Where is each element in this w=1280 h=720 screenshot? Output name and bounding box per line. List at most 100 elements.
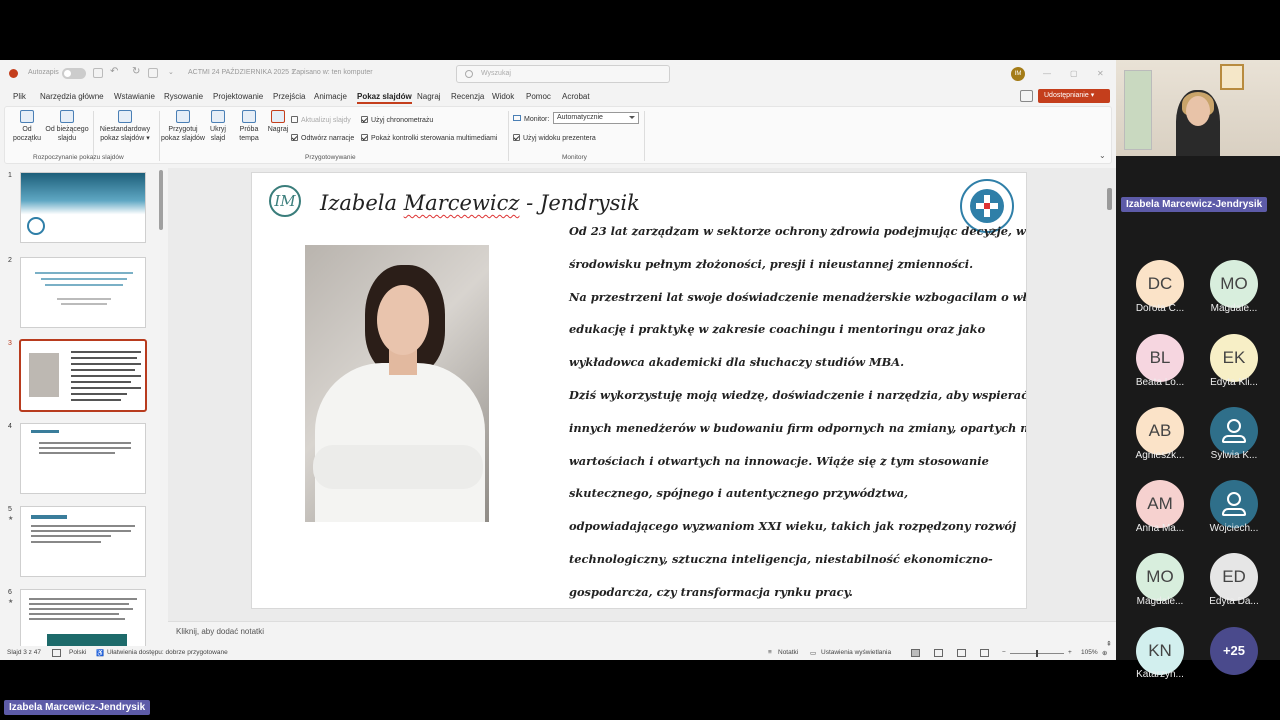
redo-icon[interactable]: ↻	[132, 66, 140, 77]
undo-icon[interactable]: ↶	[110, 66, 118, 77]
bio-line: technologiczny, sztuczna inteligencja, n…	[569, 551, 993, 566]
participant-avatar[interactable]: AB	[1136, 407, 1184, 455]
present-icon[interactable]	[148, 68, 158, 78]
more-participants-button[interactable]: +25	[1210, 627, 1258, 675]
rehearse-timings-button[interactable]: Próba tempa	[235, 110, 263, 143]
status-bar: Slajd 3 z 47 Polski ♿ Ułatwienia dostępu…	[0, 647, 1116, 660]
file-name: ACTMI 24 PAŹDZIERNIKA 2025 1	[188, 69, 295, 76]
zoom-out-icon[interactable]: −	[1002, 649, 1006, 656]
thumbnail-number: 6	[8, 589, 12, 596]
share-button[interactable]: Udostępnianie ▾	[1038, 89, 1110, 103]
search-box[interactable]: Wyszukaj	[456, 65, 670, 83]
custom-show-button[interactable]: Niestandardowy pokaz slajdów ▾	[97, 110, 153, 143]
autosave-toggle[interactable]	[62, 68, 86, 79]
tab-acrobat[interactable]: Acrobat	[562, 92, 590, 101]
update-slides-checkbox[interactable]: Aktualizuj slajdy	[291, 116, 351, 124]
participant-name: Katarzyn...	[1136, 669, 1184, 680]
zoom-in-icon[interactable]: +	[1068, 649, 1072, 656]
use-timings-checkbox[interactable]: Użyj chronometrażu	[361, 116, 433, 124]
tab-home[interactable]: Narzędzia główne	[40, 92, 104, 101]
participant-avatar[interactable]: EK	[1210, 334, 1258, 382]
slide-thumbnail-1[interactable]	[20, 172, 146, 243]
tab-transitions[interactable]: Przejścia	[273, 92, 305, 101]
slide-thumbnail-2[interactable]	[20, 257, 146, 328]
tab-help[interactable]: Pomoc	[526, 92, 551, 101]
minimize-icon[interactable]: —	[1043, 69, 1051, 78]
bio-line: gospodarcza, czy transformacja rynku pra…	[569, 584, 853, 599]
from-current-button[interactable]: Od bieżącego slajdu	[43, 110, 91, 143]
tab-animations[interactable]: Animacje	[314, 92, 347, 101]
thumbnail-scrollbar[interactable]	[159, 170, 163, 640]
participant-avatar[interactable]: ED	[1210, 553, 1258, 601]
slide-thumbnail-5[interactable]	[20, 506, 146, 577]
participant-avatar[interactable]: BL	[1136, 334, 1184, 382]
customize-qat-icon[interactable]: ⌄	[168, 68, 174, 76]
monitor-select[interactable]: Automatycznie	[553, 112, 639, 124]
hide-slide-button[interactable]: Ukryj slajd	[205, 110, 231, 143]
participant-name: Dorota C...	[1135, 303, 1185, 314]
spellcheck-icon[interactable]	[52, 649, 61, 657]
collapse-ribbon-icon[interactable]: ⌄	[1099, 151, 1106, 160]
save-status[interactable]: Zapisano w: ten komputer	[292, 69, 373, 76]
slide-thumbnail-3-selected[interactable]	[19, 339, 147, 412]
rehearse-icon	[242, 110, 256, 123]
slide-thumbnail-pane: 1 2 3 4 5 ★ 6 ★	[0, 168, 168, 646]
participant-name: Agnieszk...	[1135, 450, 1185, 461]
show-media-controls-checkbox[interactable]: Pokaż kontrolki sterowania multimediami	[361, 134, 497, 142]
participant-avatar[interactable]: MO	[1210, 260, 1258, 308]
tab-design[interactable]: Projektowanie	[213, 92, 263, 101]
accessibility-icon[interactable]: ♿	[96, 649, 104, 657]
zoom-slider[interactable]	[1010, 650, 1064, 657]
participant-avatar[interactable]: DC	[1136, 260, 1184, 308]
from-beginning-button[interactable]: Od początku	[9, 110, 45, 143]
fit-to-window-icon[interactable]: ⊕	[1102, 649, 1107, 657]
close-icon[interactable]: ✕	[1097, 69, 1104, 78]
comments-icon[interactable]	[1020, 90, 1033, 102]
save-icon[interactable]	[93, 68, 103, 78]
setup-show-button[interactable]: Przygotuj pokaz slajdów	[161, 110, 205, 143]
slide-title[interactable]: Izabela Marcewicz - Jendrysik	[320, 191, 640, 215]
portrait-photo[interactable]	[305, 245, 489, 522]
participant-avatar[interactable]: MO	[1136, 553, 1184, 601]
participant-avatar[interactable]: KN	[1136, 627, 1184, 675]
participant-name: Edyta Kli...	[1210, 377, 1258, 388]
display-settings-button[interactable]: Ustawienia wyświetlania	[821, 649, 891, 656]
tab-file[interactable]: Plik	[13, 92, 26, 101]
reading-view-icon[interactable]	[957, 649, 966, 657]
record-button[interactable]: Nagraj	[264, 110, 292, 134]
search-icon	[465, 70, 473, 78]
slide-thumbnail-6[interactable]	[20, 589, 146, 646]
tab-review[interactable]: Recenzja	[451, 92, 484, 101]
speaker-video[interactable]	[1116, 60, 1280, 156]
slide-canvas[interactable]: IM Izabela Marcewicz - Jendrysik Od 23 l…	[251, 172, 1027, 609]
screen: Autozapis ↶ ↻ ⌄ ACTMI 24 PAŹDZIERNIKA 20…	[0, 0, 1280, 720]
presenter-view-checkbox[interactable]: Użyj widoku prezentera	[513, 134, 596, 142]
slideshow-view-icon[interactable]	[980, 649, 989, 657]
slide-editor: IM Izabela Marcewicz - Jendrysik Od 23 l…	[168, 168, 1116, 648]
slide-counter: Slajd 3 z 47	[7, 649, 41, 656]
bio-line: Dziś wykorzystuję moją wiedzę, doświadcz…	[569, 387, 1027, 402]
zoom-level[interactable]: 105%	[1081, 649, 1098, 656]
accessibility-status[interactable]: Ułatwienia dostępu: dobrze przygotowane	[107, 649, 228, 656]
notes-button[interactable]: Notatki	[778, 649, 798, 656]
tab-insert[interactable]: Wstawianie	[114, 92, 155, 101]
tab-draw[interactable]: Rysowanie	[164, 92, 203, 101]
participant-avatar[interactable]: AM	[1136, 480, 1184, 528]
maximize-icon[interactable]: ▢	[1070, 69, 1078, 78]
participants-panel: Izabela Marcewicz-Jendrysik DC Dorota C.…	[1116, 60, 1280, 680]
participant-avatar-generic[interactable]	[1210, 480, 1258, 528]
editor-scrollbar[interactable]	[1107, 188, 1112, 210]
tab-slide-show[interactable]: Pokaz slajdów	[357, 92, 412, 104]
tab-record[interactable]: Nagraj	[417, 92, 441, 101]
notes-pane[interactable]: Kliknij, aby dodać notatki	[168, 621, 1116, 639]
bio-text-box[interactable]: Od 23 lat zarządzam w sektorze ochrony z…	[569, 220, 1027, 608]
tab-view[interactable]: Widok	[492, 92, 514, 101]
slide-sorter-icon[interactable]	[934, 649, 943, 657]
language-indicator[interactable]: Polski	[69, 649, 86, 656]
normal-view-icon[interactable]	[911, 649, 920, 657]
user-avatar[interactable]: IM	[1011, 67, 1025, 81]
slide-thumbnail-4[interactable]	[20, 423, 146, 494]
play-narrations-checkbox[interactable]: Odtwórz narracje	[291, 134, 354, 142]
participant-avatar-generic[interactable]	[1210, 407, 1258, 455]
im-logo: IM	[269, 185, 301, 217]
